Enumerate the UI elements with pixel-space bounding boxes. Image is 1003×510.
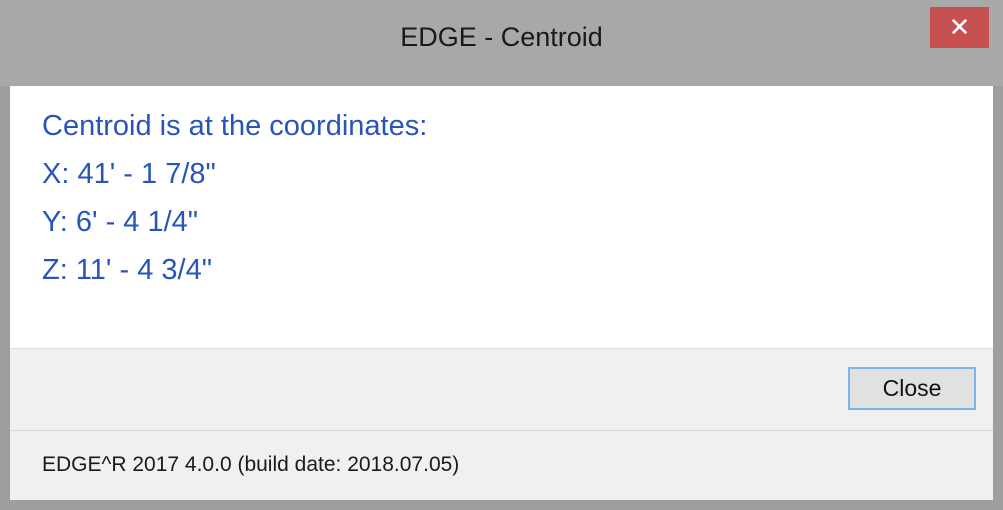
z-coordinate: Z: 11' - 4 3/4" [42,254,213,286]
version-text: EDGE^R 2017 4.0.0 (build date: 2018.07.0… [42,453,460,476]
message-heading: Centroid is at the coordinates: [42,110,428,142]
close-button[interactable]: Close [848,367,976,410]
dialog-client-area: Centroid is at the coordinates: X: 41' -… [10,86,993,500]
button-bar: Close [10,348,993,430]
y-coordinate: Y: 6' - 4 1/4" [42,206,199,238]
window-title: EDGE - Centroid [400,22,603,52]
x-coordinate: X: 41' - 1 7/8" [42,158,216,190]
message-area: Centroid is at the coordinates: X: 41' -… [10,86,993,348]
status-bar: EDGE^R 2017 4.0.0 (build date: 2018.07.0… [10,430,993,500]
title-bar[interactable]: EDGE - Centroid ✕ [0,0,1003,86]
dialog-window: EDGE - Centroid ✕ Centroid is at the coo… [0,0,1003,510]
close-icon[interactable]: ✕ [930,7,989,48]
